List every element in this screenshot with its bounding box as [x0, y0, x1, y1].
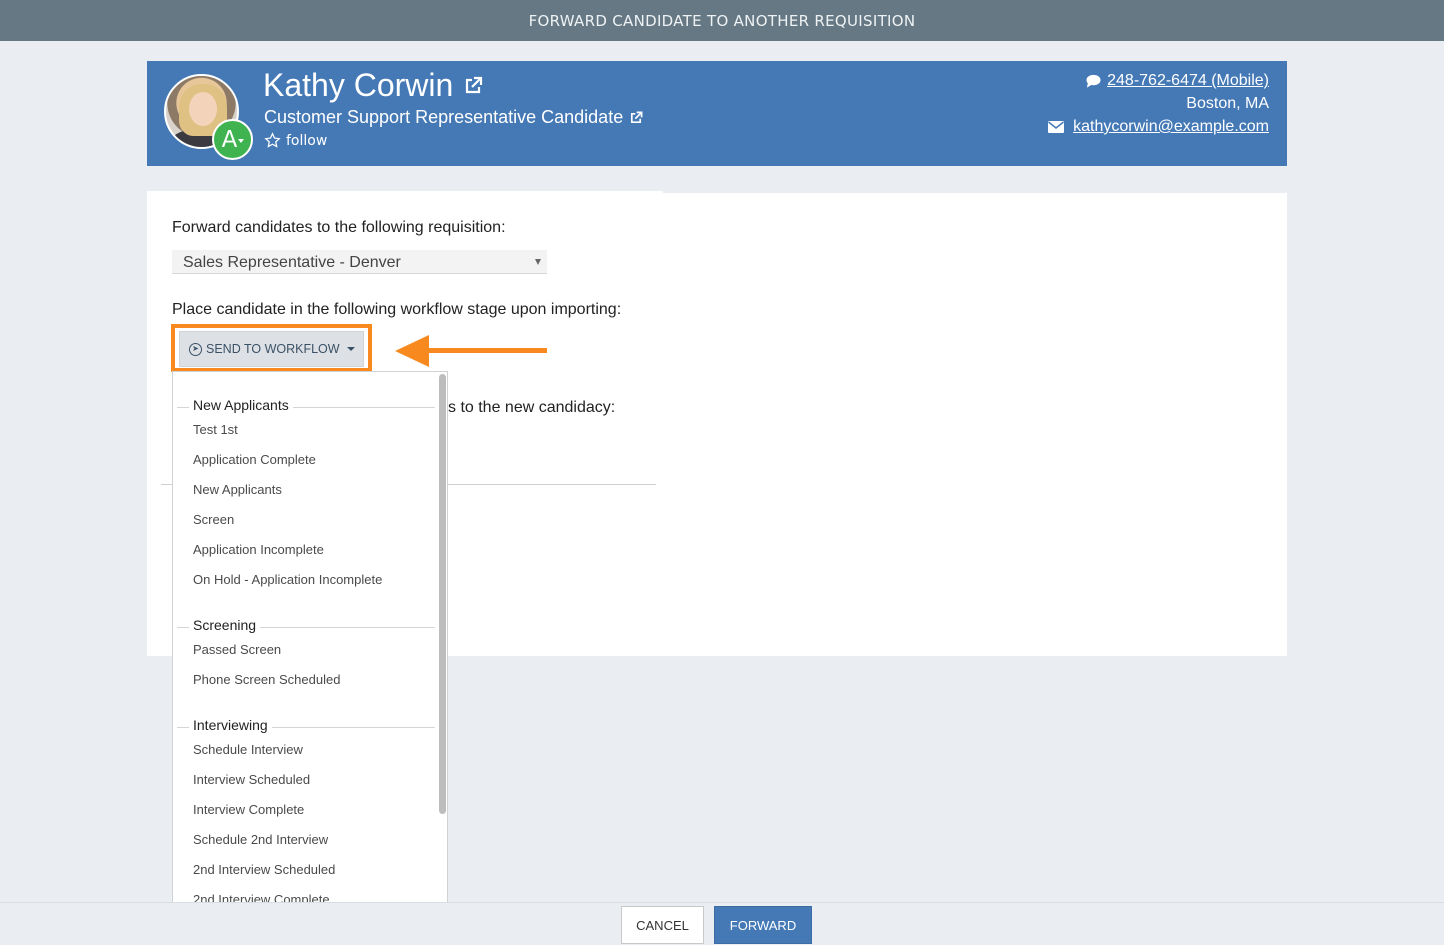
envelope-icon: [1048, 120, 1065, 133]
send-to-workflow-label: SEND TO WORKFLOW: [206, 342, 340, 356]
requisition-label: Forward candidates to the following requ…: [172, 219, 506, 236]
menu-item[interactable]: Interview Complete: [193, 802, 304, 817]
menu-item[interactable]: Phone Screen Scheduled: [193, 672, 340, 687]
group-header: Screening: [173, 617, 436, 637]
menu-item[interactable]: Schedule Interview: [193, 742, 303, 757]
follow-button[interactable]: follow: [264, 132, 327, 149]
modal-title-bar: FORWARD CANDIDATE TO ANOTHER REQUISITION: [0, 0, 1444, 41]
candidate-title-link[interactable]: Customer Support Representative Candidat…: [264, 107, 643, 128]
group-header: New Applicants: [173, 397, 436, 417]
candidate-name-link[interactable]: Kathy Corwin: [263, 67, 483, 104]
workflow-label: Place candidate in the following workflo…: [172, 301, 622, 318]
requisition-selected-value: Sales Representative - Denver: [183, 254, 401, 271]
send-to-workflow-button[interactable]: ➤ SEND TO WORKFLOW: [179, 331, 364, 367]
menu-item[interactable]: Application Incomplete: [193, 542, 324, 557]
requisition-select[interactable]: Sales Representative - Denver: [172, 250, 547, 274]
menu-item[interactable]: 2nd Interview Scheduled: [193, 862, 335, 877]
email-link[interactable]: kathycorwin@example.com: [1073, 115, 1269, 138]
chat-bubble-icon: [1086, 74, 1101, 88]
dropdown-arrow-icon: [535, 259, 541, 265]
menu-item[interactable]: Passed Screen: [193, 642, 281, 657]
star-icon: [264, 132, 281, 148]
menu-item[interactable]: Application Complete: [193, 452, 316, 467]
group-header: Interviewing: [173, 717, 436, 737]
forward-button[interactable]: FORWARD: [714, 906, 812, 944]
partial-label: s to the new candidacy:: [448, 399, 616, 416]
candidate-header: A Kathy Corwin Customer Support Represen…: [147, 61, 1287, 166]
callout-arrow: [420, 348, 547, 353]
menu-item[interactable]: On Hold - Application Incomplete: [193, 572, 382, 587]
chevron-down-icon: [346, 347, 355, 351]
external-link-icon: [631, 111, 643, 123]
menu-item[interactable]: Test 1st: [193, 422, 238, 437]
candidate-name: Kathy Corwin: [263, 67, 454, 103]
follow-label: follow: [286, 132, 328, 149]
scrollbar-thumb[interactable]: [439, 374, 446, 814]
contact-info: 248-762-6474 (Mobile) Boston, MA kathyco…: [1048, 69, 1269, 138]
menu-item[interactable]: Screen: [193, 512, 234, 527]
grade-badge[interactable]: A: [212, 119, 253, 160]
workflow-dropdown-menu[interactable]: New Applicants Test 1st Application Comp…: [172, 371, 448, 906]
menu-item[interactable]: New Applicants: [193, 482, 282, 497]
external-link-icon: [466, 76, 483, 93]
callout-arrow-head: [395, 335, 429, 367]
modal-title: FORWARD CANDIDATE TO ANOTHER REQUISITION: [528, 11, 916, 30]
candidate-title: Customer Support Representative Candidat…: [264, 107, 624, 127]
phone-link[interactable]: 248-762-6474 (Mobile): [1107, 69, 1269, 92]
menu-item[interactable]: Interview Scheduled: [193, 772, 310, 787]
grade-letter: A: [221, 126, 238, 153]
location: Boston, MA: [1186, 95, 1269, 112]
menu-item[interactable]: Schedule 2nd Interview: [193, 832, 328, 847]
chevron-down-icon: [238, 139, 244, 143]
cancel-button[interactable]: CANCEL: [621, 906, 704, 944]
arrow-circle-right-icon: ➤: [189, 342, 202, 356]
